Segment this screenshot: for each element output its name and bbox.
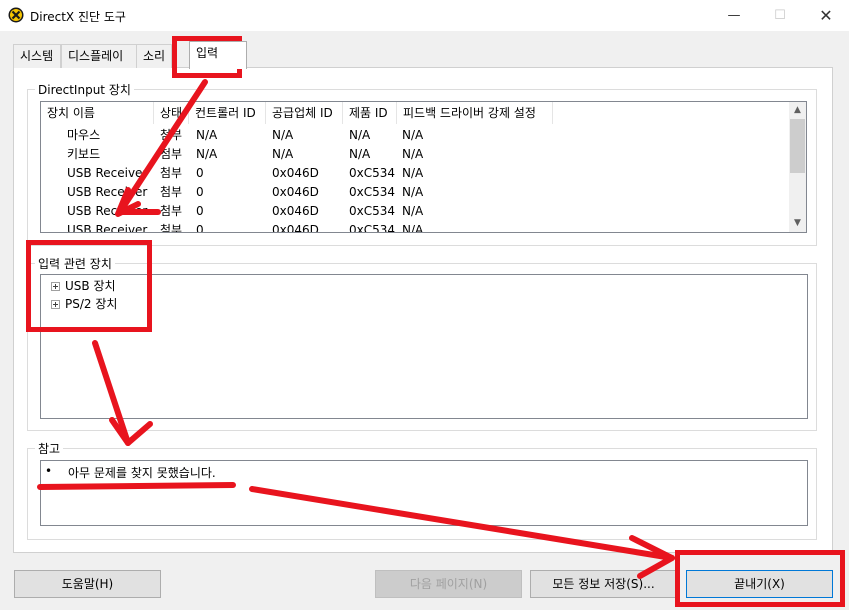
column-header-feedback-driver[interactable]: 피드백 드라이버 강제 설정 (397, 102, 553, 124)
device-name-cell: 키보드 (67, 147, 101, 161)
column-header-product-id[interactable]: 제품 ID (343, 102, 397, 124)
controller-id-cell: 0 (196, 185, 204, 199)
vendor-id-cell: 0x046D (272, 166, 319, 180)
scroll-down-arrow-icon[interactable]: ▼ (789, 215, 806, 232)
table-row[interactable]: 키보드 첨부 N/A N/A N/A N/A (41, 145, 791, 164)
table-row[interactable]: USB Receiver 첨부 0 0x046D 0xC534 N/A (41, 164, 791, 183)
status-cell: 첨부 (160, 204, 183, 218)
status-cell: 첨부 (160, 223, 183, 233)
directinput-group-title: DirectInput 장치 (35, 81, 134, 98)
vendor-id-cell: 0x046D (272, 204, 319, 218)
vendor-id-cell: 0x046D (272, 223, 319, 233)
feedback-cell: N/A (402, 147, 424, 161)
close-button[interactable]: ✕ (803, 0, 849, 31)
column-header-vendor-id[interactable]: 공급업체 ID (266, 102, 343, 124)
vendor-id-cell: N/A (272, 128, 294, 142)
vendor-id-cell: N/A (272, 147, 294, 161)
feedback-cell: N/A (402, 128, 424, 142)
feedback-cell: N/A (402, 204, 424, 218)
feedback-cell: N/A (402, 185, 424, 199)
notes-box[interactable]: • 아무 문제를 찾지 못했습니다. (40, 460, 808, 526)
tab-input[interactable]: 입력 (189, 41, 247, 69)
controller-id-cell: N/A (196, 147, 218, 161)
save-all-info-button[interactable]: 모든 정보 저장(S)... (530, 570, 677, 598)
product-id-cell: N/A (349, 128, 371, 142)
product-id-cell: 0xC534 (349, 166, 396, 180)
scroll-up-arrow-icon[interactable]: ▲ (789, 102, 806, 119)
maximize-button[interactable]: ☐ (757, 0, 803, 31)
related-devices-tree[interactable]: USB 장치 PS/2 장치 (40, 274, 808, 419)
scroll-thumb[interactable] (790, 119, 805, 173)
feedback-cell: N/A (402, 223, 424, 233)
table-row[interactable]: USB Receiver 첨부 0 0x046D 0xC534 N/A (41, 221, 791, 233)
directx-icon (8, 7, 24, 23)
device-list[interactable]: 장치 이름 상태 컨트롤러 ID 공급업체 ID 제품 ID 피드백 드라이버 … (40, 101, 807, 233)
help-button[interactable]: 도움말(H) (14, 570, 161, 598)
product-id-cell: 0xC534 (349, 204, 396, 218)
window-title: DirectX 진단 도구 (30, 10, 126, 24)
column-header-device-name[interactable]: 장치 이름 (41, 102, 154, 124)
minimize-button[interactable]: — (711, 0, 757, 31)
controller-id-cell: N/A (196, 128, 218, 142)
product-id-cell: 0xC534 (349, 185, 396, 199)
feedback-cell: N/A (402, 166, 424, 180)
notes-text: 아무 문제를 찾지 못했습니다. (68, 466, 216, 480)
controller-id-cell: 0 (196, 223, 204, 233)
status-cell: 첨부 (160, 185, 183, 199)
notes-group-title: 참고 (35, 440, 64, 457)
device-list-header: 장치 이름 상태 컨트롤러 ID 공급업체 ID 제품 ID 피드백 드라이버 … (41, 102, 791, 124)
device-name-cell: USB Receiver (67, 223, 148, 233)
table-row[interactable]: USB Receiver 첨부 0 0x046D 0xC534 N/A (41, 183, 791, 202)
status-cell: 첨부 (160, 166, 183, 180)
controller-id-cell: 0 (196, 204, 204, 218)
column-header-controller-id[interactable]: 컨트롤러 ID (189, 102, 266, 124)
product-id-cell: N/A (349, 147, 371, 161)
device-name-cell: 마우스 (67, 128, 101, 142)
device-name-cell: USB Receiver (67, 166, 148, 180)
status-cell: 첨부 (160, 147, 183, 161)
annotation-box-exit-button (675, 550, 845, 607)
table-row[interactable]: 마우스 첨부 N/A N/A N/A N/A (41, 126, 791, 145)
tab-system[interactable]: 시스템 (13, 44, 61, 68)
vendor-id-cell: 0x046D (272, 185, 319, 199)
annotation-box-related-devices (26, 240, 152, 332)
status-cell: 첨부 (160, 128, 183, 142)
tab-display[interactable]: 디스플레이 (61, 44, 147, 68)
product-id-cell: 0xC534 (349, 223, 396, 233)
column-header-status[interactable]: 상태 (154, 102, 189, 124)
bullet-icon: • (45, 464, 53, 478)
vertical-scrollbar[interactable]: ▲ ▼ (789, 102, 806, 232)
device-name-cell: USB Receiver (67, 185, 148, 199)
tab-strip: 시스템 디스플레이 소리 입력 (13, 41, 253, 69)
table-row[interactable]: USB Receiver 첨부 0 0x046D 0xC534 N/A (41, 202, 791, 221)
tab-sound[interactable]: 소리 (136, 44, 172, 68)
controller-id-cell: 0 (196, 166, 204, 180)
device-name-cell: USB Receiver (67, 204, 148, 218)
next-page-button[interactable]: 다음 페이지(N) (375, 570, 522, 598)
